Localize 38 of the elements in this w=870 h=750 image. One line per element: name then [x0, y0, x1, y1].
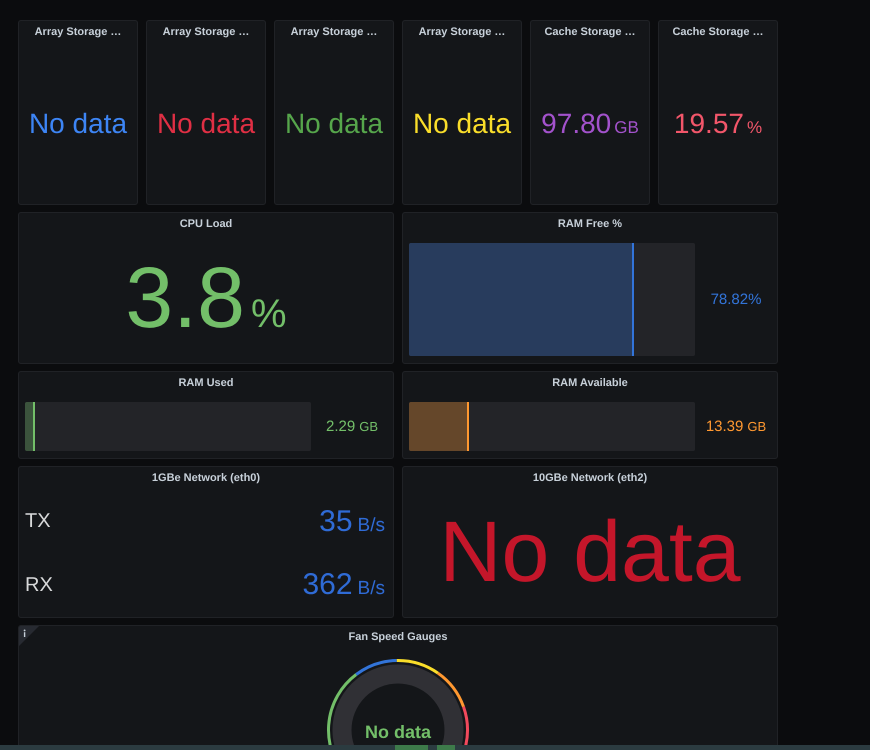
- series-label: RX: [25, 574, 53, 597]
- panel-title: Array Storage …: [34, 25, 122, 40]
- stat-value: No data: [156, 110, 256, 138]
- panel-title: Array Storage …: [162, 25, 250, 40]
- panel-title: Array Storage …: [418, 25, 506, 40]
- stat-value: 19.57: [674, 110, 744, 138]
- stat-value: No data: [412, 110, 512, 138]
- stat-value: No data: [439, 508, 741, 594]
- unit-label: B/s: [358, 579, 385, 598]
- panel-title: RAM Available: [552, 376, 628, 391]
- panel-title: Fan Speed Gauges: [348, 630, 448, 645]
- panel-title: 1GBe Network (eth0): [152, 471, 260, 486]
- stat-value: 35: [319, 506, 353, 537]
- indicator-icon: [437, 745, 455, 750]
- panel-title: RAM Free %: [558, 217, 622, 232]
- unit-label: B/s: [358, 516, 385, 535]
- unit-label: GB: [359, 419, 378, 434]
- unit-label: %: [250, 294, 287, 334]
- series-label: TX: [25, 510, 51, 534]
- panel-title: CPU Load: [180, 217, 232, 232]
- unit-label: %: [746, 119, 762, 136]
- stat-value: 97.80: [541, 110, 612, 138]
- gauge-value: 13.39: [706, 418, 744, 435]
- panel-title: Cache Storage …: [672, 25, 764, 40]
- gauge-value: No data: [365, 723, 431, 741]
- indicator-icon: [395, 745, 428, 750]
- gauge-value: 78.82%: [710, 291, 762, 308]
- unit-label: GB: [747, 419, 766, 434]
- stat-value: 362: [302, 570, 353, 600]
- stat-value: No data: [284, 110, 384, 138]
- stat-value: No data: [28, 110, 128, 138]
- unit-label: GB: [614, 119, 639, 136]
- panel-title: Array Storage …: [290, 25, 378, 40]
- gauge-value: 2.29: [326, 418, 356, 435]
- stat-value: 3.8: [125, 254, 245, 340]
- panel-title: 10GBe Network (eth2): [532, 471, 648, 486]
- panel-title: RAM Used: [178, 376, 234, 391]
- panel-title: Cache Storage …: [544, 25, 636, 40]
